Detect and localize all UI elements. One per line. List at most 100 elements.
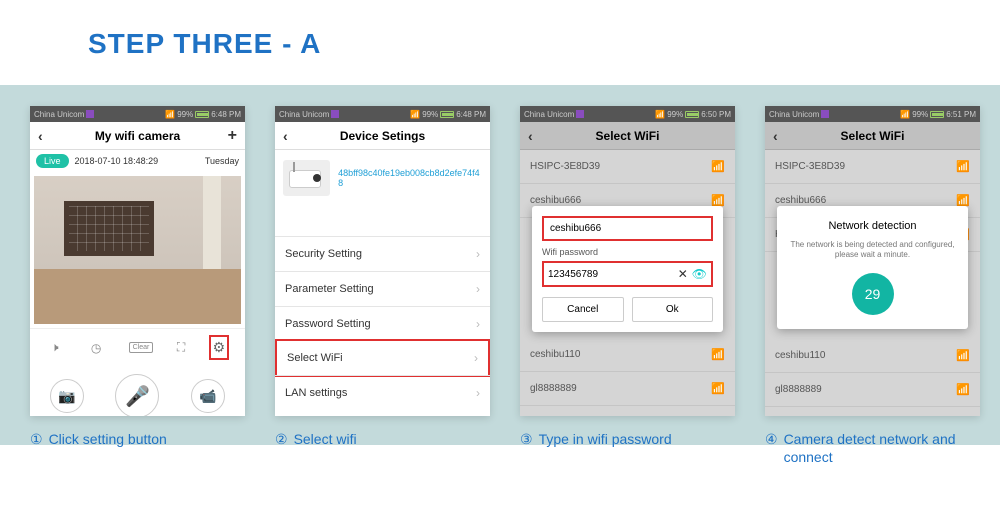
back-icon[interactable]: ‹ [283, 128, 288, 144]
caption-number: ③ [520, 430, 533, 466]
status-bar: China Unicom 📶99%6:51 PM [765, 106, 980, 122]
screen-title: My wifi camera [95, 129, 180, 143]
ssid: ceshibu110 [530, 349, 580, 360]
caption-2: ②Select wifi [275, 430, 490, 466]
page-title: STEP THREE - A [88, 28, 321, 60]
row-label: Select WiFi [287, 352, 343, 364]
wifi-icon: 📶 [711, 160, 725, 173]
wifi-row[interactable]: HSIPC-3E8D39📶 [765, 150, 980, 184]
status-bar: China Unicom 📶99%6:48 PM [275, 106, 490, 122]
wifi-icon: 📶 [711, 348, 725, 361]
title-bar: ‹ Device Setings [275, 122, 490, 150]
wifi-row[interactable]: 006272B526d4📶 [765, 407, 980, 416]
ssid-field[interactable]: ceshibu666 [542, 216, 713, 241]
clock: 6:48 PM [456, 110, 486, 119]
ok-button[interactable]: Ok [632, 297, 714, 322]
add-icon[interactable]: + [228, 127, 237, 145]
wifi-row[interactable]: HSIPC-3E8D39 📶 [520, 150, 735, 184]
carrier-label: China Unicom [524, 110, 574, 119]
battery-pct: 99% [912, 110, 928, 119]
quality-button[interactable]: Clear [129, 342, 154, 353]
wifi-row[interactable]: ceshibu110 📶 [520, 338, 735, 372]
ssid: ceshibu666 [775, 195, 826, 206]
caption-text: Select wifi [294, 430, 357, 466]
wifi-row[interactable]: ceshibu110 📶 [765, 339, 980, 373]
row-label: Security Setting [285, 248, 362, 260]
eye-icon[interactable]: 👁 [692, 267, 707, 281]
battery-pct: 99% [177, 110, 193, 119]
ssid: ceshibu666 [530, 195, 581, 206]
wifi-row[interactable]: gl8888889📶 [520, 372, 735, 406]
weekday: Tuesday [205, 156, 239, 166]
row-password[interactable]: Password Setting› [275, 306, 490, 341]
battery-icon [930, 111, 944, 118]
mic-button[interactable]: 🎤 [115, 374, 159, 416]
battery-icon [440, 111, 454, 118]
app-indicator-icon [331, 110, 339, 118]
row-security[interactable]: Security Setting› [275, 236, 490, 271]
caption-3: ③Type in wifi password [520, 430, 735, 466]
ssid: ceshibu110 [775, 350, 825, 361]
back-icon[interactable]: ‹ [773, 128, 778, 144]
row-parameter[interactable]: Parameter Setting› [275, 271, 490, 306]
battery-icon [195, 111, 209, 118]
device-id: 48bff98c40fe19eb008cb8d2efe74f48 [338, 168, 482, 188]
caption-text: Click setting button [49, 430, 167, 466]
screen-title: Select WiFi [841, 129, 905, 143]
app-indicator-icon [576, 110, 584, 118]
wifi-icon: 📶 [956, 383, 970, 396]
row-label: LAN settings [285, 387, 347, 399]
network-detection-dialog: Network detection The network is being d… [777, 206, 968, 329]
title-bar: ‹ Select WiFi [765, 122, 980, 150]
status-bar: China Unicom 📶99%6:50 PM [520, 106, 735, 122]
cancel-button[interactable]: Cancel [542, 297, 624, 322]
history-icon[interactable]: ◷ [87, 339, 105, 357]
phone-row: China Unicom 📶99%6:48 PM ‹ My wifi camer… [30, 106, 980, 416]
screen-title: Select WiFi [596, 129, 660, 143]
app-indicator-icon [86, 110, 94, 118]
title-bar: ‹ My wifi camera + [30, 122, 245, 150]
battery-icon [685, 111, 699, 118]
phone-2: China Unicom 📶99%6:48 PM ‹ Device Seting… [275, 106, 490, 416]
wifi-row[interactable]: gl8888889📶 [765, 373, 980, 407]
clock: 6:48 PM [211, 110, 241, 119]
password-label: Wifi password [542, 247, 713, 257]
phone-1: China Unicom 📶99%6:48 PM ‹ My wifi camer… [30, 106, 245, 416]
wifi-icon: 📶 [956, 349, 970, 362]
chevron-right-icon: › [476, 386, 480, 400]
wifi-list: HSIPC-3E8D39 📶 ceshibu666 📶 ceshibu110 📶 gl… [520, 150, 735, 416]
row-label: Parameter Setting [285, 283, 374, 295]
status-bar: China Unicom 📶99%6:48 PM [30, 106, 245, 122]
clock: 6:51 PM [946, 110, 976, 119]
caption-1: ①Click setting button [30, 430, 245, 466]
record-button[interactable]: 📹 [191, 379, 225, 413]
device-header[interactable]: 48bff98c40fe19eb008cb8d2efe74f48 [275, 150, 490, 206]
dialog-message: The network is being detected and config… [787, 240, 958, 261]
settings-highlight: ⚙ [209, 335, 230, 360]
back-icon[interactable]: ‹ [528, 128, 533, 144]
wifi-row[interactable]: 006272B526d4📶 [520, 406, 735, 416]
live-info-row: Live 2018-07-10 18:48:29 Tuesday [30, 150, 245, 172]
battery-pct: 99% [667, 110, 683, 119]
ssid: gl8888889 [530, 383, 577, 394]
title-bar: ‹ Select WiFi [520, 122, 735, 150]
timestamp: 2018-07-10 18:48:29 [75, 156, 199, 166]
snapshot-button[interactable]: 📷 [50, 379, 84, 413]
clear-icon[interactable]: ✕ [678, 267, 688, 281]
password-field[interactable]: 123456789 ✕ 👁 [542, 261, 713, 287]
caption-number: ① [30, 430, 43, 466]
camera-preview[interactable] [34, 176, 241, 324]
row-lan[interactable]: LAN settings › [275, 375, 490, 410]
back-icon[interactable]: ‹ [38, 128, 43, 144]
mute-icon[interactable]: 🕨 [46, 339, 64, 357]
countdown-badge: 29 [852, 273, 894, 315]
row-select-wifi[interactable]: Select WiFi › [275, 339, 490, 377]
password-value: 123456789 [548, 269, 674, 280]
fullscreen-icon[interactable]: ⛶ [177, 340, 185, 355]
ssid: HSIPC-3E8D39 [530, 161, 600, 172]
carrier-label: China Unicom [279, 110, 329, 119]
signal-icon: 📶 [165, 110, 175, 119]
chevron-right-icon: › [474, 351, 478, 365]
signal-icon: 📶 [410, 110, 420, 119]
settings-icon[interactable]: ⚙ [213, 339, 226, 355]
